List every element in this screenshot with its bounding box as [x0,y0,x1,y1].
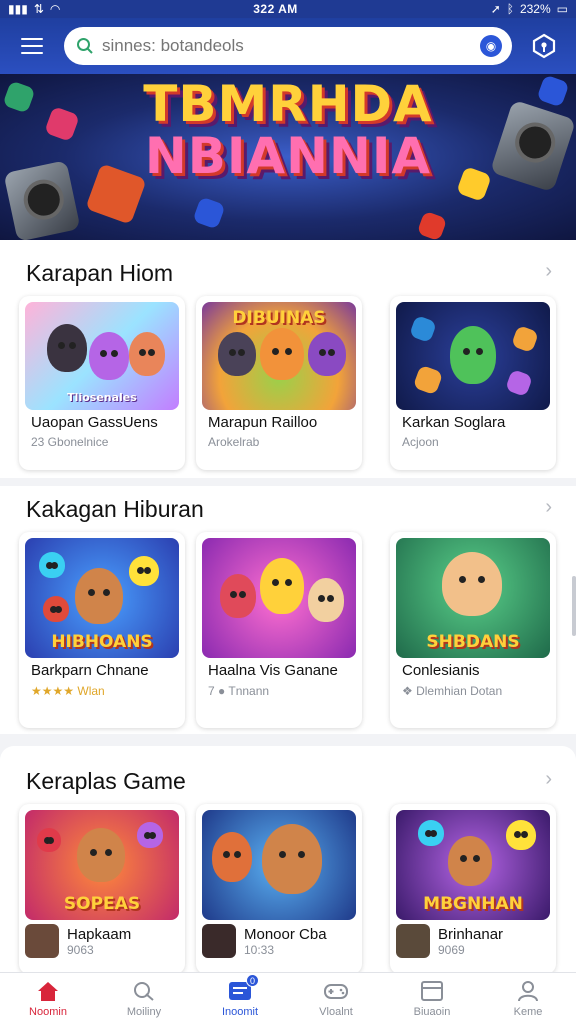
game-subtitle: 9069 [438,942,465,957]
top-app-bar: ◉ [0,18,576,74]
game-section: Keraplas Game › SOPEAS Hapkaam 9063 Mono… [0,746,576,974]
game-info: Hapkaam 9063 [25,924,179,958]
game-thumbnail [202,538,356,658]
game-title: Haalna Vis Ganane [208,662,338,679]
battery-icon: ▭ [556,2,568,16]
game-title: Hapkaam [67,925,132,943]
section-title: Kakagan Hiburan [26,496,204,522]
game-subtitle: ❖ Dlemhian Dotan [402,684,503,698]
nav-item-home[interactable]: Noomin [0,973,96,1024]
game-subtitle: 7 ● Tnnann [208,684,270,698]
game-subtitle: 23 Gbonelnice [31,435,109,449]
status-bar: ▮▮▮ ⇅ ◠ 322 AM ➚ ᛒ 232% ▭ [0,0,576,18]
inbox-icon: 0 [227,974,259,1003]
bluetooth-icon: ᛒ [506,2,514,16]
library-icon [419,979,445,1003]
game-title: Karkan Soglara [402,414,506,431]
game-info: Brinhanar 9069 [396,924,550,958]
game-card[interactable]: Monoor Cba 10:33 [196,804,362,974]
game-subtitle: Arokelrab [208,435,260,449]
game-subtitle: 9063 [67,942,94,957]
chevron-right-icon[interactable]: › [545,768,552,791]
game-section: Karapan Hiom › Tliosenales Uaopan GassUe… [0,240,576,478]
game-card[interactable]: HIBHOANS Barkparn Chnane ★★★★ Wlan [19,532,185,728]
section-title: Keraplas Game [26,768,186,794]
chevron-right-icon[interactable]: › [545,496,552,519]
notification-badge: 0 [246,974,259,987]
game-avatar [202,924,236,958]
game-card[interactable]: Karkan Soglara Acjoon [390,296,556,470]
shield-icon[interactable] [526,28,562,64]
game-title: Conlesianis [402,662,480,679]
game-avatar [25,924,59,958]
gamepad-icon [323,979,349,1003]
search-bar[interactable]: ◉ [64,27,512,65]
game-thumbnail: HIBHOANS [25,538,179,658]
game-thumbnail: DIBUINAS [202,302,356,410]
decor-cube [192,196,226,230]
home-icon [35,979,61,1003]
profile-icon [515,979,541,1003]
section-title: Karapan Hiom [26,260,174,286]
game-card[interactable]: Tliosenales Uaopan GassUens 23 Gbonelnic… [19,296,185,470]
chevron-right-icon[interactable]: › [545,260,552,283]
bottom-navigation: Noomin Moiliny 0 Inoomit Vloalnt Biuaoin… [0,972,576,1024]
game-info: Monoor Cba 10:33 [202,924,356,958]
game-thumbnail: SOPEAS [25,810,179,920]
game-thumbnail [396,302,550,410]
hamburger-menu-icon[interactable] [14,28,50,64]
game-subtitle: 10:33 [244,942,275,957]
game-thumbnail: SHBDANS [396,538,550,658]
game-thumbnail: MBGNHAN [396,810,550,920]
game-title: Marapun Railloo [208,414,318,431]
battery-percent: 232% [519,2,551,16]
hero-banner[interactable]: TBMRHDA NBIANNIA [0,74,576,240]
game-title: Barkparn Chnane [31,662,149,679]
game-card[interactable]: Haalna Vis Ganane 7 ● Tnnann [196,532,362,728]
signal-icon: ▮▮▮ [8,2,28,16]
game-subtitle: Acjoon [402,435,439,449]
game-card[interactable]: SOPEAS Hapkaam 9063 [19,804,185,974]
game-card[interactable]: DIBUINAS Marapun Railloo Arokelrab [196,296,362,470]
game-title: Uaopan GassUens [31,414,158,431]
nav-item-games[interactable]: Vloalnt [288,973,384,1024]
game-section: Kakagan Hiburan › HIBHOANS Barkparn Chna… [0,486,576,734]
nav-item-inbox[interactable]: 0 Inoomit [192,973,288,1024]
search-input[interactable] [102,36,472,56]
nav-item-profile[interactable]: Keme [480,973,576,1024]
sim-icon: ⇅ [33,2,44,16]
game-thumbnail [202,810,356,920]
banner-title: TBMRHDA NBIANNIA [143,75,433,185]
search-icon [77,38,93,54]
explore-icon [131,979,157,1003]
game-card[interactable]: SHBDANS Conlesianis ❖ Dlemhian Dotan [390,532,556,728]
nav-item-explore[interactable]: Moiliny [96,973,192,1024]
game-card[interactable]: MBGNHAN Brinhanar 9069 [390,804,556,974]
game-title: Monoor Cba [244,925,327,943]
voice-search-icon[interactable]: ◉ [480,35,502,57]
game-rating: ★★★★ Wlan [31,684,105,698]
status-time: 322 AM [253,2,298,16]
game-thumbnail: Tliosenales [25,302,179,410]
scrollbar[interactable] [572,576,576,636]
decor-cube [416,210,448,240]
wifi-icon: ◠ [49,2,61,16]
location-icon: ➚ [490,2,501,16]
nav-item-library[interactable]: Biuaoin [384,973,480,1024]
game-avatar [396,924,430,958]
game-title: Brinhanar [438,925,504,943]
